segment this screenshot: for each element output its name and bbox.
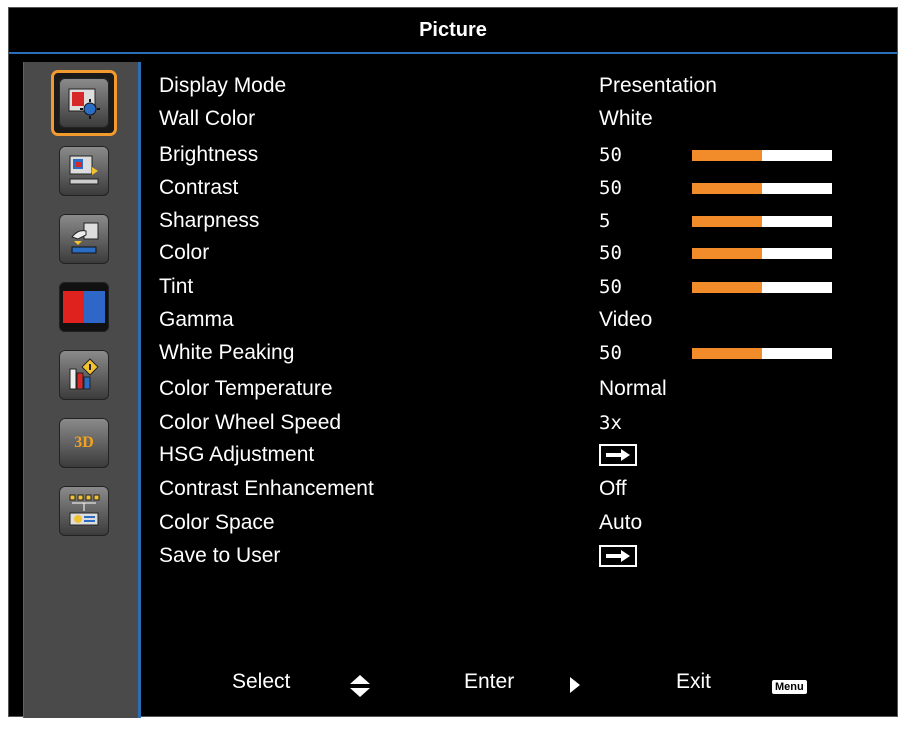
level-slider-fill	[692, 282, 762, 293]
up-down-arrows-icon	[349, 674, 371, 704]
level-slider-fill	[692, 150, 762, 161]
sidebar-item-color[interactable]	[53, 276, 115, 338]
menu-row-value: 50	[599, 242, 622, 264]
level-slider-fill	[692, 216, 762, 227]
level-slider-fill	[692, 183, 762, 194]
menu-row-value: 50	[599, 177, 622, 199]
level-slider[interactable]	[692, 282, 832, 293]
menu-row-label: Contrast Enhancement	[159, 477, 374, 500]
sidebar-item-setting[interactable]	[53, 208, 115, 270]
menu-row-label: Contrast	[159, 176, 239, 199]
level-slider-fill	[692, 248, 762, 259]
menu-row-label: Tint	[159, 275, 194, 298]
menu-row-value: Auto	[599, 511, 643, 534]
sidebar-item-picture[interactable]	[51, 70, 117, 136]
menu-row-label: Sharpness	[159, 209, 260, 232]
menu-row-value: 50	[599, 276, 622, 298]
3d-icon: 3D	[59, 418, 109, 468]
level-slider[interactable]	[692, 183, 832, 194]
menu-row-value: Video	[599, 308, 653, 331]
menu-row-value: 3x	[599, 412, 622, 434]
level-slider[interactable]	[692, 216, 832, 227]
menu-row-white-peaking[interactable]: White Peaking 50	[159, 337, 859, 369]
menu-row-hsg-adjustment[interactable]: HSG Adjustment	[159, 439, 859, 471]
sidebar-item-options[interactable]	[53, 344, 115, 406]
window-title: Picture	[9, 8, 897, 54]
screen-settings-icon	[59, 146, 109, 196]
menu-row-brightness[interactable]: Brightness 50	[159, 139, 859, 171]
level-slider[interactable]	[692, 348, 832, 359]
sidebar-item-screen[interactable]	[53, 140, 115, 202]
network-lan-icon	[59, 486, 109, 536]
menu-row-tint[interactable]: Tint 50	[159, 271, 859, 303]
menu-row-label: Wall Color	[159, 107, 256, 130]
sidebar-item-3d[interactable]: 3D	[53, 412, 115, 474]
menu-row-label: White Peaking	[159, 341, 295, 364]
menu-row-label: Color Space	[159, 511, 275, 534]
menu-row-contrast-enhancement[interactable]: Contrast Enhancement Off	[159, 473, 859, 505]
menu-row-value: 5	[599, 210, 611, 232]
menu-row-gamma[interactable]: Gamma Video	[159, 304, 859, 336]
menu-row-value: Normal	[599, 377, 667, 400]
hand-setting-icon	[59, 214, 109, 264]
picture-settings-icon	[59, 78, 109, 128]
3d-icon-text: 3D	[74, 434, 94, 451]
options-info-icon	[59, 350, 109, 400]
menu-row-contrast[interactable]: Contrast 50	[159, 172, 859, 204]
exit-hint: Exit	[676, 670, 712, 693]
osd-window: Picture 3D Display Mode Presentation Wal…	[8, 7, 898, 718]
level-slider[interactable]	[692, 248, 832, 259]
enter-hint: Enter	[464, 670, 515, 693]
menu-row-display-mode[interactable]: Display Mode Presentation	[159, 70, 859, 102]
menu-row-value: 50	[599, 342, 622, 364]
level-slider[interactable]	[692, 150, 832, 161]
menu-row-wall-color[interactable]: Wall Color White	[159, 103, 859, 135]
sidebar-item-network[interactable]	[53, 480, 115, 542]
footer-hints: Select Enter Exit Menu	[144, 664, 894, 704]
menu-key-icon: Menu	[772, 680, 807, 694]
menu-row-color[interactable]: Color 50	[159, 237, 859, 269]
menu-row-label: HSG Adjustment	[159, 443, 315, 466]
right-arrow-icon	[569, 676, 581, 700]
menu-row-label: Color	[159, 241, 210, 264]
menu-row-value: 50	[599, 144, 622, 166]
menu-row-value: Off	[599, 477, 627, 500]
menu-row-sharpness[interactable]: Sharpness 5	[159, 205, 859, 237]
menu-row-color-temperature[interactable]: Color Temperature Normal	[159, 373, 859, 405]
menu-row-label: Color Temperature	[159, 377, 333, 400]
level-slider-fill	[692, 348, 762, 359]
enter-arrow-icon[interactable]	[599, 545, 637, 567]
menu-row-color-wheel-speed[interactable]: Color Wheel Speed 3x	[159, 407, 859, 439]
menu-row-save-to-user[interactable]: Save to User	[159, 540, 859, 572]
enter-arrow-icon[interactable]	[599, 444, 637, 466]
color-blocks-icon	[59, 282, 109, 332]
menu-row-value: Presentation	[599, 74, 717, 97]
menu-row-value: White	[599, 107, 653, 130]
menu-row-color-space[interactable]: Color Space Auto	[159, 507, 859, 539]
menu-row-label: Gamma	[159, 308, 234, 331]
menu-row-label: Save to User	[159, 544, 281, 567]
menu-row-label: Brightness	[159, 143, 259, 166]
menu-row-label: Color Wheel Speed	[159, 411, 342, 434]
menu-row-label: Display Mode	[159, 74, 287, 97]
sidebar: 3D	[23, 62, 141, 718]
select-hint: Select	[232, 670, 291, 693]
